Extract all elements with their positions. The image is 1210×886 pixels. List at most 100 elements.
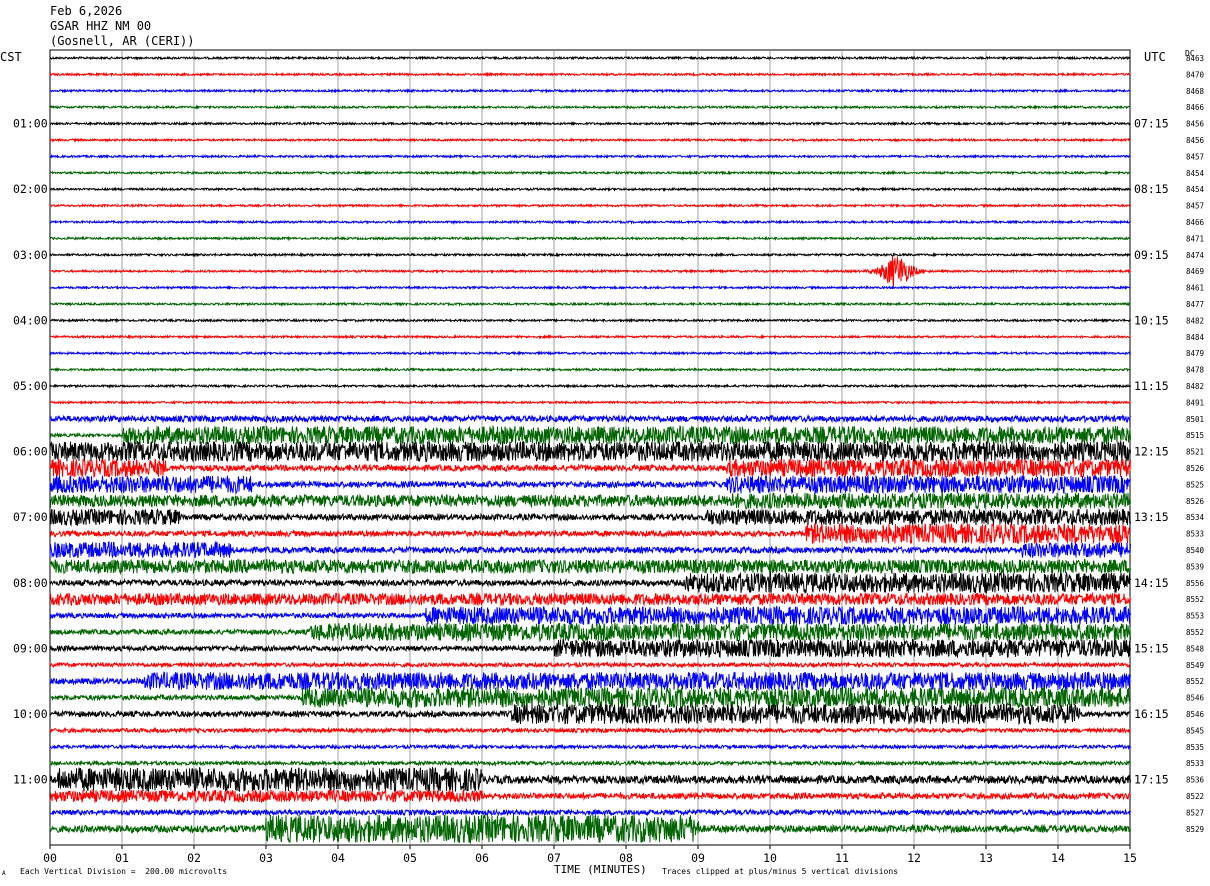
- seismic-trace: [49, 474, 1131, 496]
- seismic-trace: [49, 413, 1131, 424]
- dc-offset-label: 8529: [1186, 825, 1204, 834]
- x-tick-label: 00: [43, 851, 57, 865]
- dc-offset-label: 8466: [1186, 103, 1205, 112]
- dc-offset-label: 8456: [1186, 120, 1205, 129]
- seismic-trace: [49, 424, 1131, 446]
- x-tick-label: 03: [259, 851, 273, 865]
- dc-offset-label: 8471: [1186, 234, 1204, 243]
- dc-offset-label: 8482: [1186, 316, 1204, 325]
- x-tick-label: 11: [835, 851, 849, 865]
- right-hour-label: 10:15: [1134, 313, 1169, 327]
- dc-offset-label: 8546: [1186, 694, 1205, 703]
- right-hour-label: 17:15: [1134, 773, 1169, 787]
- seismic-trace: [50, 284, 1131, 291]
- seismic-trace: [49, 350, 1131, 357]
- dc-offset-label: 8522: [1186, 792, 1204, 801]
- dc-offset-label: 8469: [1186, 267, 1204, 276]
- left-hour-label: 04:00: [13, 313, 48, 327]
- right-hour-label: 07:15: [1134, 117, 1169, 131]
- dc-offset-label: 8552: [1186, 677, 1204, 686]
- seismic-trace: [49, 219, 1131, 225]
- dc-offset-label: 8526: [1186, 464, 1205, 473]
- seismic-trace: [49, 591, 1131, 607]
- seismic-trace: [49, 317, 1131, 324]
- dc-offset-label: 8484: [1186, 333, 1205, 342]
- x-tick-label: 15: [1123, 851, 1137, 865]
- left-hour-label: 11:00: [13, 773, 48, 787]
- dc-offset-label: 8454: [1186, 169, 1205, 178]
- x-tick-label: 09: [691, 851, 705, 865]
- seismic-trace: [49, 334, 1131, 340]
- dc-offset-label: 8536: [1186, 776, 1205, 785]
- seismic-trace: [49, 366, 1131, 373]
- seismic-trace: [49, 571, 1131, 595]
- dc-offset-label: 8454: [1186, 185, 1205, 194]
- seismic-trace: [49, 808, 1131, 817]
- x-axis-title: TIME (MINUTES): [554, 863, 647, 876]
- seismic-trace: [49, 726, 1131, 735]
- dc-offset-label: 8552: [1186, 595, 1204, 604]
- seismic-trace: [49, 507, 1131, 527]
- left-hour-label: 08:00: [13, 576, 48, 590]
- seismic-trace: [49, 255, 1131, 286]
- dc-offset-label: 8534: [1186, 513, 1205, 522]
- dc-offset-label: 8540: [1186, 546, 1205, 555]
- x-tick-label: 04: [331, 851, 345, 865]
- seismic-trace: [49, 491, 1131, 510]
- dc-offset-label: 8477: [1186, 300, 1204, 309]
- left-hour-label: 10:00: [13, 707, 48, 721]
- dc-offset-label: 8548: [1186, 644, 1205, 653]
- x-tick-label: 06: [475, 851, 489, 865]
- left-hour-label: 07:00: [13, 510, 48, 524]
- x-tick-label: 14: [1051, 851, 1065, 865]
- seismic-trace: [49, 120, 1131, 127]
- seismic-trace: [49, 457, 1131, 479]
- seismic-trace: [49, 557, 1131, 576]
- seismic-trace: [49, 186, 1131, 193]
- dc-offset-label: 8556: [1186, 579, 1205, 588]
- x-tick-label: 10: [763, 851, 777, 865]
- seismic-trace: [49, 759, 1131, 767]
- dc-offset-label: 8539: [1186, 562, 1204, 571]
- seismic-trace: [49, 104, 1131, 111]
- seismic-traces: [49, 55, 1131, 845]
- left-hour-label: 05:00: [13, 379, 48, 393]
- dc-offset-label: 8479: [1186, 349, 1204, 358]
- left-hour-label: 02:00: [13, 182, 48, 196]
- dc-offset-label: 8526: [1186, 497, 1205, 506]
- seismic-trace: [49, 235, 1131, 242]
- dc-offset-label: 8501: [1186, 415, 1204, 424]
- seismic-trace: [49, 71, 1131, 78]
- dc-offset-label: 8466: [1186, 218, 1205, 227]
- dc-offset-label: 8533: [1186, 759, 1204, 768]
- dc-offset-label: 8468: [1186, 87, 1205, 96]
- x-tick-label: 05: [403, 851, 417, 865]
- seismic-trace: [49, 137, 1131, 143]
- right-hour-label: 16:15: [1134, 707, 1169, 721]
- dc-offset-label: 8482: [1186, 382, 1204, 391]
- left-hour-label: 03:00: [13, 248, 48, 262]
- seismic-trace: [49, 605, 1131, 626]
- x-tick-label: 01: [115, 851, 129, 865]
- seismogram-plot: 8463 8470 8468 8466 8456 8456 8457 8454 8454 8457…: [13, 49, 1205, 865]
- left-hour-label: 06:00: [13, 445, 48, 459]
- seismic-trace: [49, 638, 1131, 659]
- seismic-trace: [49, 252, 1131, 258]
- dc-offset-label: 8535: [1186, 743, 1204, 752]
- dc-offset-label: 8474: [1186, 251, 1205, 260]
- seismic-trace: [49, 813, 1131, 845]
- x-tick-label: 12: [907, 851, 921, 865]
- dc-offset-label: 8457: [1186, 202, 1204, 211]
- footer-clipping-note: Traces clipped at plus/minus 5 vertical …: [662, 867, 899, 876]
- right-hour-label: 11:15: [1134, 379, 1169, 393]
- seismic-trace: [49, 522, 1131, 545]
- dc-offset-label: 8456: [1186, 136, 1205, 145]
- right-hour-label: 12:15: [1134, 445, 1169, 459]
- dc-offset-label: 8533: [1186, 530, 1204, 539]
- dc-offset-label: 8478: [1186, 366, 1205, 375]
- seismic-trace: [49, 383, 1131, 389]
- seismic-trace: [49, 170, 1131, 176]
- right-hour-label: 15:15: [1134, 641, 1169, 655]
- left-hour-label: 09:00: [13, 641, 48, 655]
- seismic-trace: [49, 301, 1131, 307]
